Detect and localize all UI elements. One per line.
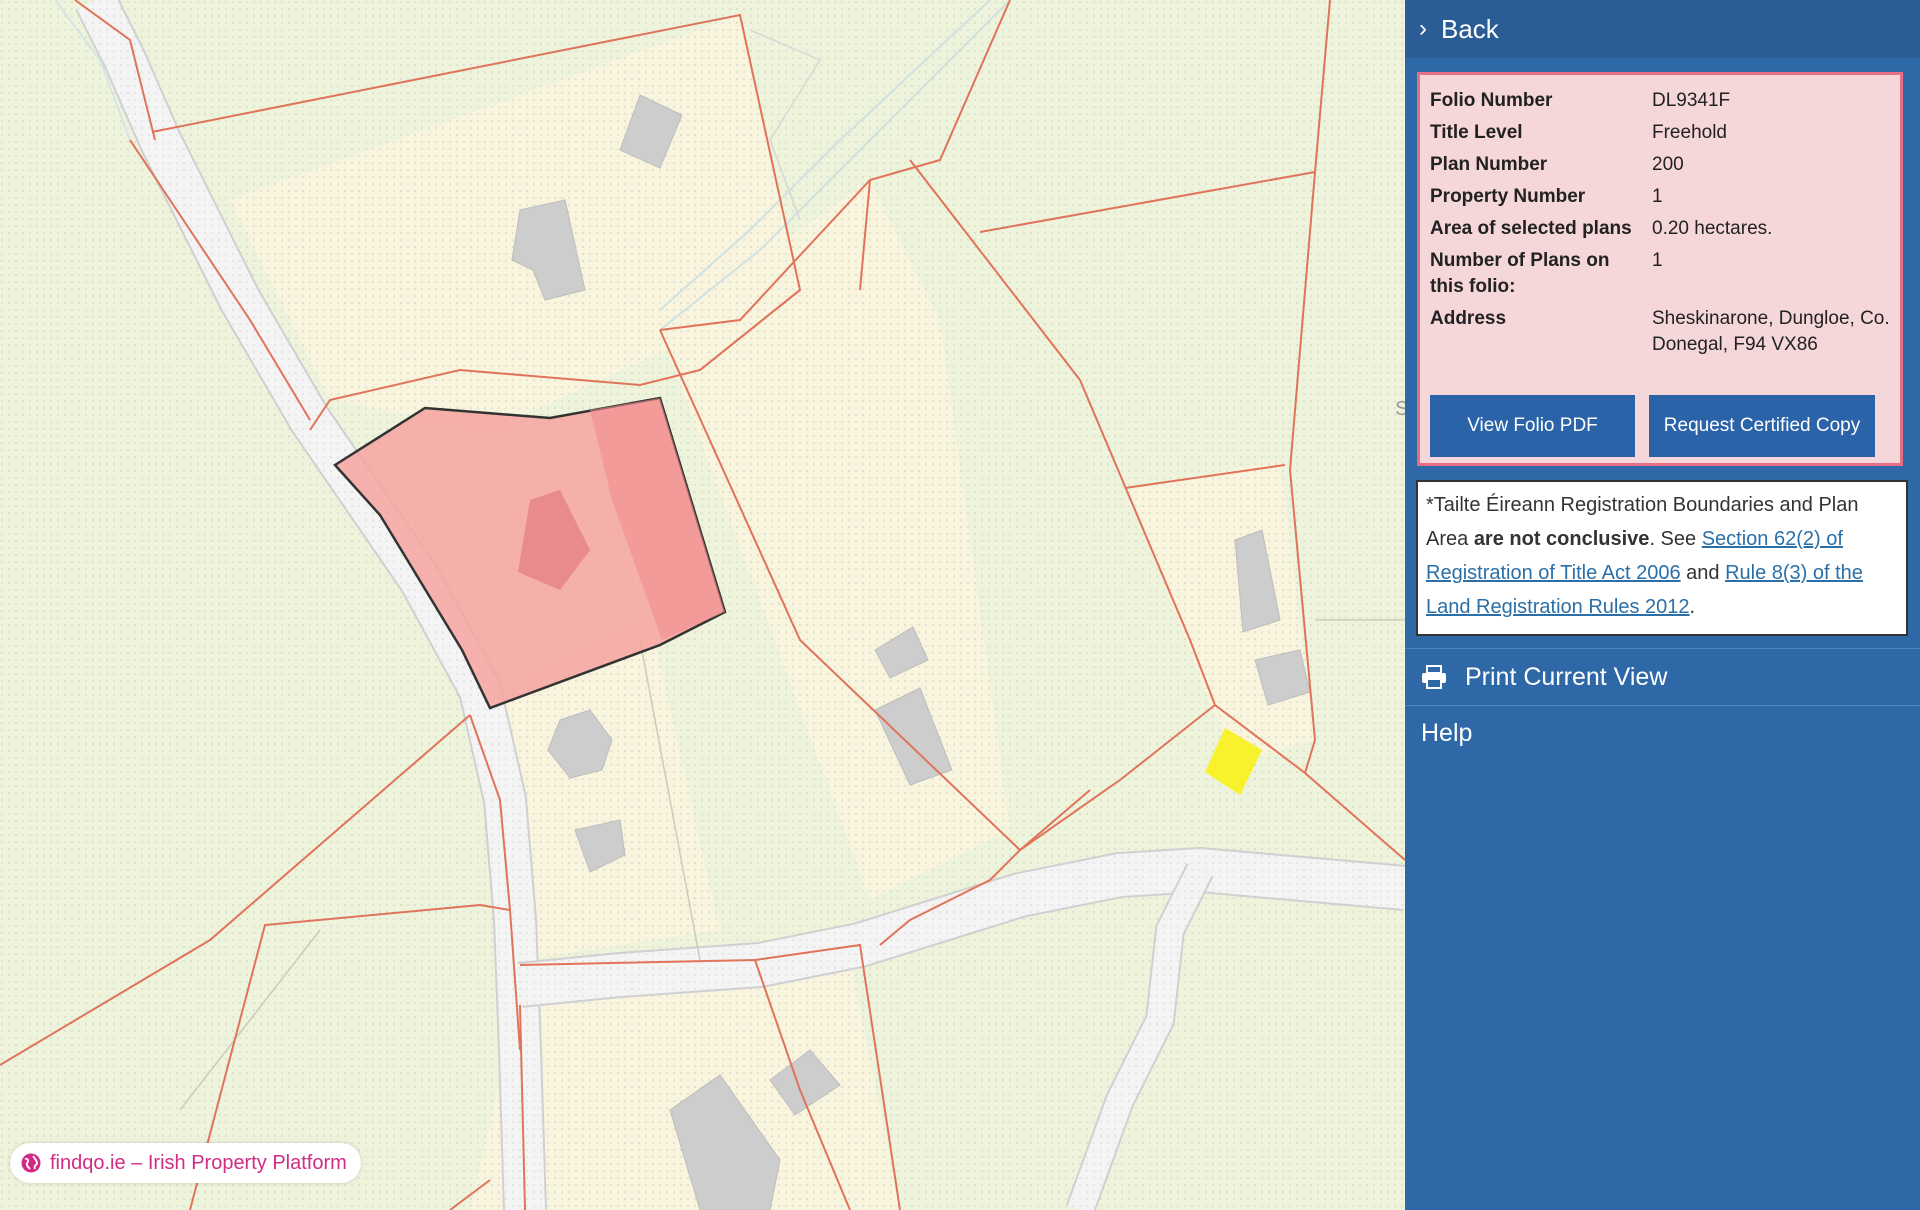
folio-key: Plan Number (1430, 154, 1548, 175)
print-label: Print Current View (1465, 662, 1668, 691)
folio-row: Property Number 1 (1430, 181, 1900, 213)
folio-value: DL9341F (1652, 90, 1731, 111)
folio-row: Title Level Freehold (1430, 117, 1900, 149)
back-label: Back (1441, 13, 1499, 44)
notice-text: and (1680, 562, 1726, 584)
folio-row: Address Sheskinarone, Dungloe, Co. Donega… (1430, 303, 1900, 361)
notice-text: . (1689, 596, 1696, 618)
folio-actions: View Folio PDF Request Certified Copy (1430, 395, 1875, 457)
folio-key: Number of Plans on this folio: (1430, 250, 1610, 297)
folio-value: 0.20 hectares. (1652, 218, 1773, 239)
folio-value: Sheskinarone, Dungloe, Co. Donegal, F94 … (1652, 308, 1890, 355)
folio-row: Folio Number DL9341F (1430, 85, 1900, 117)
help-label: Help (1421, 718, 1473, 747)
map-partial-label: S (1395, 398, 1405, 420)
printer-icon (1422, 665, 1446, 689)
folio-value: 1 (1652, 186, 1663, 207)
folio-table: Folio Number DL9341F Title Level Freehold … (1430, 85, 1900, 361)
folio-key: Property Number (1430, 186, 1586, 207)
folio-row: Area of selected plans 0.20 hectares. (1430, 213, 1900, 245)
folio-row: Plan Number 200 (1430, 149, 1900, 181)
folio-key: Area of selected plans (1430, 218, 1632, 239)
back-button[interactable]: › Back (1405, 0, 1920, 58)
map-canvas[interactable]: S findqo.ie – Irish Property Platform (0, 0, 1405, 1210)
findqo-badge[interactable]: findqo.ie – Irish Property Platform (10, 1143, 361, 1183)
chevron-right-icon: › (1419, 15, 1427, 42)
folio-value: 200 (1652, 154, 1684, 175)
folio-key: Folio Number (1430, 90, 1553, 111)
folio-value: 1 (1652, 250, 1663, 271)
folio-key: Address (1430, 308, 1507, 329)
request-certified-copy-button[interactable]: Request Certified Copy (1649, 395, 1875, 457)
folio-value: Freehold (1652, 122, 1727, 143)
notice-bold: are not conclusive (1473, 528, 1650, 550)
disclaimer-notice: *Tailte Éireann Registration Boundaries … (1416, 480, 1908, 636)
folio-details: Folio Number DL9341F Title Level Freehold … (1417, 72, 1903, 466)
notice-text: . See (1649, 528, 1702, 550)
folio-row: Number of Plans on this folio: 1 (1430, 245, 1900, 303)
info-panel: › Back Folio Number DL9341F Title Level Fr… (1405, 0, 1920, 1210)
badge-label: findqo.ie – Irish Property Platform (50, 1151, 347, 1174)
print-current-view-button[interactable]: Print Current View (1405, 648, 1920, 706)
globe-icon (21, 1153, 41, 1173)
help-button[interactable]: Help (1405, 705, 1920, 761)
view-folio-pdf-button[interactable]: View Folio PDF (1430, 395, 1635, 457)
folio-key: Title Level (1430, 122, 1523, 143)
